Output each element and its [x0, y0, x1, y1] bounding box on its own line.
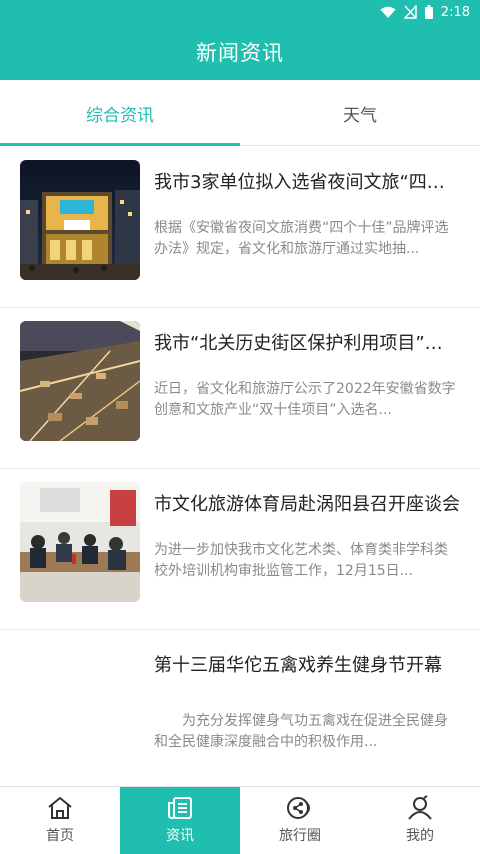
nav-profile-label: 我的 [406, 828, 434, 844]
share-circle-icon [287, 797, 310, 819]
nav-news-label: 资讯 [166, 828, 194, 844]
home-icon [48, 797, 72, 819]
news-summary: 为充分发挥健身气功五禽戏在促进全民健身和全民健康深度融合中的积极作用... [154, 713, 448, 750]
tab-general-news[interactable]: 综合资讯 [0, 80, 240, 146]
news-thumbnail-meeting [20, 482, 140, 602]
news-title: 我市“北关历史街区保护利用项目”入选 [154, 333, 460, 354]
nav-home[interactable]: 首页 [0, 787, 120, 854]
nav-travel-circle-label: 旅行圈 [279, 828, 321, 844]
news-thumbnail-night-street [20, 160, 140, 280]
tab-weather[interactable]: 天气 [240, 80, 480, 146]
nav-travel-circle[interactable]: 旅行圈 [240, 787, 360, 854]
news-thumbnail-aerial-city [20, 321, 140, 441]
news-summary: 为进一步加快我市文化艺术类、体育类非学科类校外培训机构审批监管工作，12月15日… [154, 542, 448, 579]
wifi-icon [380, 6, 396, 18]
news-tabs: 综合资讯 天气 [0, 80, 480, 146]
status-time: 2:18 [440, 4, 470, 20]
nav-profile[interactable]: 我的 [360, 787, 480, 854]
news-list: 我市3家单位拟入选省夜间文旅“四个十佳” 根据《安徽省夜间文旅消费“四个十佳”品… [0, 146, 480, 786]
news-summary: 近日，省文化和旅游厅公示了2022年安徽省数字创意和文旅产业“双十佳项目”入选名… [154, 381, 456, 418]
signal-off-icon [403, 5, 417, 19]
status-bar: 2:18 [0, 0, 480, 24]
nav-news[interactable]: 资讯 [120, 787, 240, 854]
news-icon [168, 797, 192, 819]
news-item[interactable]: 第十三届华佗五禽戏养生健身节开幕 为充分发挥健身气功五禽戏在促进全民健身和全民健… [0, 629, 480, 786]
battery-icon [424, 5, 433, 19]
news-summary: 根据《安徽省夜间文旅消费“四个十佳”品牌评选办法》规定，省文化和旅游厅通过实地抽… [154, 220, 449, 257]
news-title: 第十三届华佗五禽戏养生健身节开幕 [154, 655, 442, 676]
status-icons: 2:18 [380, 3, 470, 21]
news-title: 我市3家单位拟入选省夜间文旅“四个十佳” [154, 172, 460, 193]
app-header: 新闻资讯 [0, 24, 480, 80]
news-title: 市文化旅游体育局赴涡阳县召开座谈会 [154, 494, 460, 515]
page-title: 新闻资讯 [196, 41, 284, 65]
news-item[interactable]: 我市“北关历史街区保护利用项目”入选 近日，省文化和旅游厅公示了2022年安徽省… [0, 307, 480, 469]
bottom-nav: 首页 资讯 旅行圈 我的 [0, 786, 480, 854]
news-item[interactable]: 我市3家单位拟入选省夜间文旅“四个十佳” 根据《安徽省夜间文旅消费“四个十佳”品… [0, 146, 480, 308]
user-icon [408, 795, 432, 820]
news-item[interactable]: 市文化旅游体育局赴涡阳县召开座谈会 为进一步加快我市文化艺术类、体育类非学科类校… [0, 468, 480, 630]
nav-home-label: 首页 [46, 828, 74, 844]
